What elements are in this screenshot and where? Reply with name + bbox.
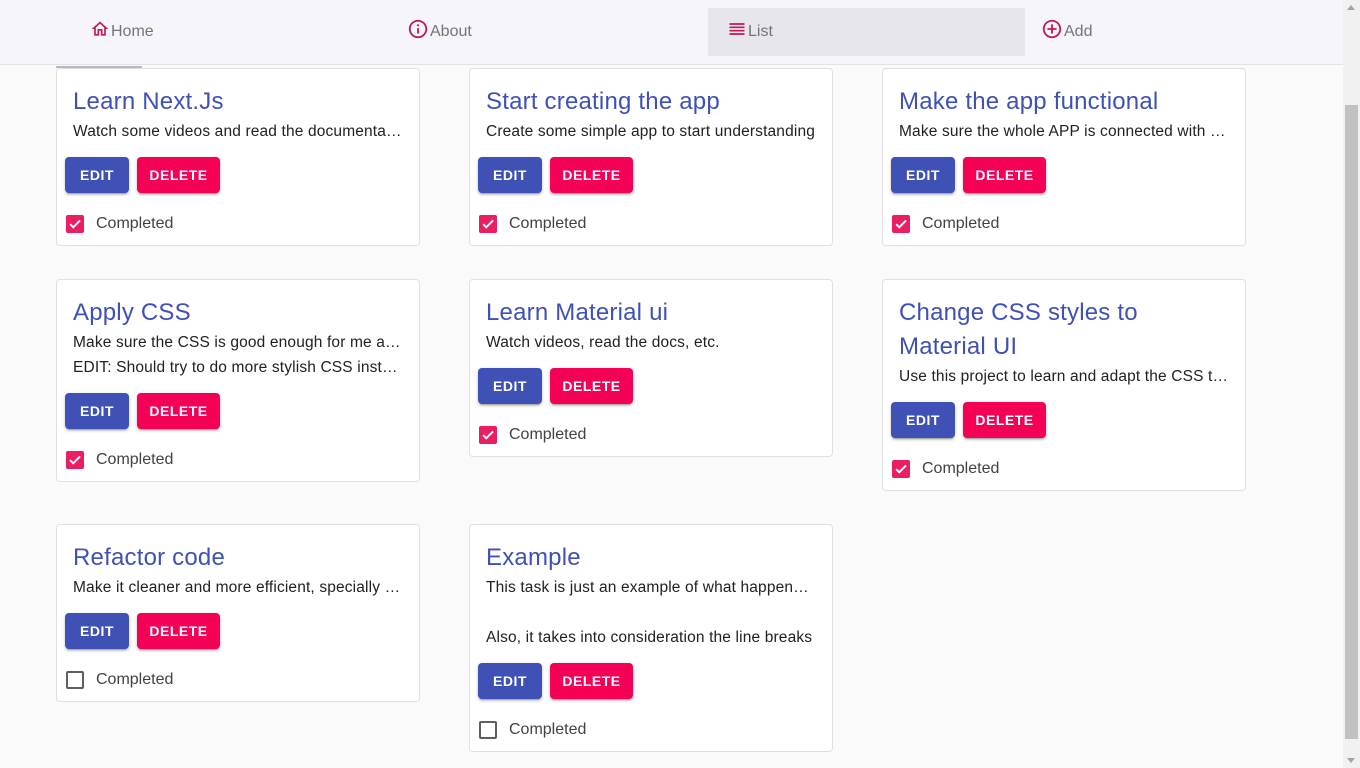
- completed-label: Completed: [509, 721, 587, 738]
- task-description-line: This task is just an example of what hap…: [486, 579, 816, 596]
- task-actions: EDIT DELETE: [478, 157, 816, 193]
- task-title: Apply CSS: [73, 299, 191, 326]
- nav-add-label: Add: [1064, 23, 1093, 40]
- edit-button[interactable]: EDIT: [65, 613, 129, 649]
- task-description-line: [486, 600, 816, 625]
- nav-list[interactable]: List: [708, 8, 1025, 56]
- delete-button[interactable]: DELETE: [137, 613, 220, 649]
- completed-toggle[interactable]: Completed: [891, 203, 1229, 245]
- delete-button[interactable]: DELETE: [137, 393, 220, 429]
- nav-about[interactable]: About: [407, 8, 724, 56]
- delete-button[interactable]: DELETE: [963, 402, 1046, 438]
- nav-home[interactable]: Home: [90, 8, 407, 56]
- completed-toggle[interactable]: Completed: [891, 448, 1229, 490]
- task-actions: EDIT DELETE: [891, 157, 1229, 193]
- task-title: Make the app functional: [899, 88, 1159, 115]
- task-card: Learn Next.Js Watch some videos and read …: [56, 68, 420, 246]
- task-actions: EDIT DELETE: [891, 402, 1229, 438]
- info-icon: [407, 18, 429, 40]
- completed-toggle[interactable]: Completed: [65, 203, 403, 245]
- nav-add[interactable]: Add: [1041, 8, 1358, 56]
- checkbox-unchecked-icon[interactable]: [66, 671, 84, 689]
- completed-label: Completed: [509, 215, 587, 232]
- edit-button[interactable]: EDIT: [891, 157, 955, 193]
- task-actions: EDIT DELETE: [65, 613, 403, 649]
- completed-label: Completed: [96, 451, 174, 468]
- vertical-scrollbar[interactable]: [1343, 0, 1360, 768]
- checkbox-checked-icon[interactable]: [66, 451, 84, 469]
- delete-button[interactable]: DELETE: [963, 157, 1046, 193]
- completed-toggle[interactable]: Completed: [478, 203, 816, 245]
- edit-button[interactable]: EDIT: [65, 393, 129, 429]
- task-description-line: Make sure the whole APP is connected wit…: [899, 123, 1229, 140]
- nav-list-label: List: [748, 23, 773, 40]
- task-title: Example: [486, 544, 581, 571]
- task-card: Learn Material ui Watch videos, read the …: [469, 279, 833, 457]
- task-description-line: Use this project to learn and adapt the …: [899, 368, 1229, 385]
- completed-toggle[interactable]: Completed: [65, 439, 403, 481]
- edit-button[interactable]: EDIT: [478, 368, 542, 404]
- checkbox-checked-icon[interactable]: [479, 215, 497, 233]
- task-card: Make the app functional Make sure the who…: [882, 68, 1246, 246]
- delete-button[interactable]: DELETE: [137, 157, 220, 193]
- delete-button[interactable]: DELETE: [550, 368, 633, 404]
- task-title: Change CSS styles to Material UI: [899, 299, 1138, 360]
- top-navbar: Home About List Add: [0, 0, 1343, 65]
- delete-button[interactable]: DELETE: [550, 663, 633, 699]
- task-card: Start creating the app Create some simple…: [469, 68, 833, 246]
- task-description-line: Create some simple app to start understa…: [486, 123, 815, 140]
- task-description-line: Watch videos, read the docs, etc.: [486, 334, 720, 351]
- checkbox-checked-icon[interactable]: [479, 426, 497, 444]
- task-description-line: Make it cleaner and more efficient, spec…: [73, 579, 403, 596]
- completed-label: Completed: [922, 460, 1000, 477]
- task-description-line: Make sure the CSS is good enough for me …: [73, 334, 403, 351]
- task-actions: EDIT DELETE: [65, 393, 403, 429]
- task-title: Learn Next.Js: [73, 88, 224, 115]
- task-title: Refactor code: [73, 544, 226, 571]
- add-circle-icon: [1041, 18, 1063, 40]
- task-card: Change CSS styles to Material UI Use this…: [882, 279, 1246, 491]
- edit-button[interactable]: EDIT: [65, 157, 129, 193]
- task-actions: EDIT DELETE: [478, 663, 816, 699]
- task-actions: EDIT DELETE: [478, 368, 816, 404]
- task-card: Refactor code Make it cleaner and more ef…: [56, 524, 420, 702]
- checkbox-checked-icon[interactable]: [892, 460, 910, 478]
- completed-label: Completed: [922, 215, 1000, 232]
- checkbox-unchecked-icon[interactable]: [479, 721, 497, 739]
- completed-label: Completed: [96, 215, 174, 232]
- scroll-down-arrow-icon[interactable]: [1347, 758, 1355, 763]
- task-title: Learn Material ui: [486, 299, 669, 326]
- edit-button[interactable]: EDIT: [478, 157, 542, 193]
- completed-toggle[interactable]: Completed: [478, 414, 816, 456]
- checkbox-checked-icon[interactable]: [892, 215, 910, 233]
- task-card: Apply CSS Make sure the CSS is good enoug…: [56, 279, 420, 482]
- task-description-line: Also, it takes into consideration the li…: [486, 629, 813, 646]
- edit-button[interactable]: EDIT: [891, 402, 955, 438]
- nav-about-label: About: [430, 23, 472, 40]
- edit-button[interactable]: EDIT: [478, 663, 542, 699]
- task-title: Start creating the app: [486, 88, 720, 115]
- completed-toggle[interactable]: Completed: [65, 659, 403, 701]
- nav-home-label: Home: [111, 23, 154, 40]
- delete-button[interactable]: DELETE: [550, 157, 633, 193]
- task-actions: EDIT DELETE: [65, 157, 403, 193]
- home-icon: [90, 19, 110, 39]
- completed-label: Completed: [96, 671, 174, 688]
- task-description-line: EDIT: Should try to do more stylish CSS …: [73, 359, 403, 376]
- checkbox-checked-icon[interactable]: [66, 215, 84, 233]
- completed-toggle[interactable]: Completed: [478, 709, 816, 751]
- task-description-line: Watch some videos and read the documenta…: [73, 123, 403, 140]
- completed-label: Completed: [509, 426, 587, 443]
- list-icon: [727, 19, 747, 39]
- scroll-thumb[interactable]: [1345, 105, 1358, 739]
- tab-indicator: [56, 66, 142, 68]
- task-card: Example This task is just an example of w…: [469, 524, 833, 752]
